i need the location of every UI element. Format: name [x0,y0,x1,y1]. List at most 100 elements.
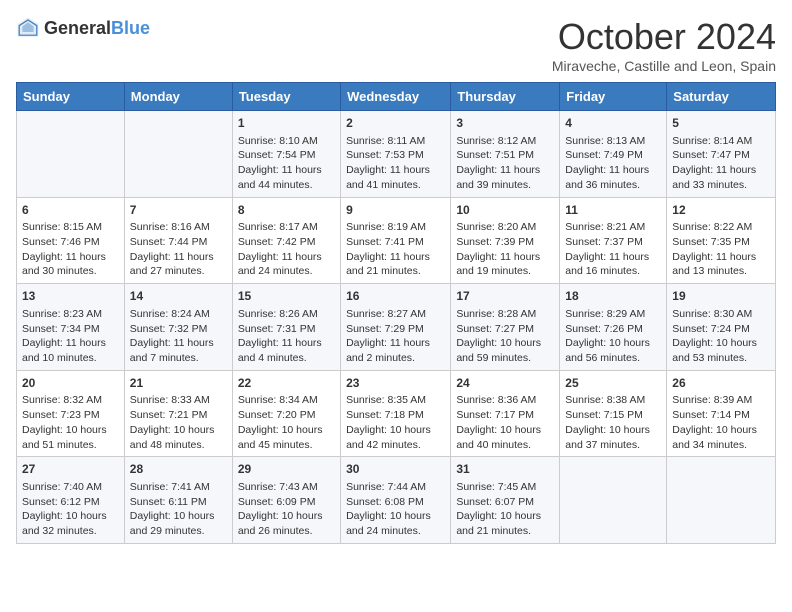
day-number: 27 [22,461,119,478]
sunrise-text: Sunrise: 7:40 AM [22,481,102,493]
sunset-text: Sunset: 7:51 PM [456,149,534,161]
sunset-text: Sunset: 6:08 PM [346,496,424,508]
sunset-text: Sunset: 7:44 PM [130,236,208,248]
weekday-header-tuesday: Tuesday [232,83,340,111]
sunset-text: Sunset: 7:23 PM [22,409,100,421]
calendar-cell: 27Sunrise: 7:40 AMSunset: 6:12 PMDayligh… [17,457,125,544]
calendar-cell: 30Sunrise: 7:44 AMSunset: 6:08 PMDayligh… [341,457,451,544]
day-number: 5 [672,115,770,132]
calendar-cell: 2Sunrise: 8:11 AMSunset: 7:53 PMDaylight… [341,111,451,198]
sunrise-text: Sunrise: 8:12 AM [456,135,536,147]
logo-icon [16,16,40,40]
calendar-cell: 28Sunrise: 7:41 AMSunset: 6:11 PMDayligh… [124,457,232,544]
sunrise-text: Sunrise: 7:43 AM [238,481,318,493]
sunrise-text: Sunrise: 8:24 AM [130,308,210,320]
daylight-text: Daylight: 11 hours and 36 minutes. [565,164,649,191]
daylight-text: Daylight: 11 hours and 7 minutes. [130,337,214,364]
calendar-cell: 13Sunrise: 8:23 AMSunset: 7:34 PMDayligh… [17,284,125,371]
calendar-cell [17,111,125,198]
logo: GeneralBlue [16,16,150,40]
daylight-text: Daylight: 11 hours and 33 minutes. [672,164,756,191]
sunrise-text: Sunrise: 8:13 AM [565,135,645,147]
sunrise-text: Sunrise: 8:28 AM [456,308,536,320]
daylight-text: Daylight: 10 hours and 24 minutes. [346,510,431,537]
calendar-cell: 14Sunrise: 8:24 AMSunset: 7:32 PMDayligh… [124,284,232,371]
day-number: 8 [238,202,335,219]
sunset-text: Sunset: 7:39 PM [456,236,534,248]
weekday-header-saturday: Saturday [667,83,776,111]
calendar-cell [667,457,776,544]
day-number: 21 [130,375,227,392]
sunrise-text: Sunrise: 8:35 AM [346,394,426,406]
sunrise-text: Sunrise: 8:39 AM [672,394,752,406]
calendar-cell [124,111,232,198]
daylight-text: Daylight: 10 hours and 56 minutes. [565,337,650,364]
sunset-text: Sunset: 7:21 PM [130,409,208,421]
sunset-text: Sunset: 7:42 PM [238,236,316,248]
sunrise-text: Sunrise: 8:20 AM [456,221,536,233]
sunset-text: Sunset: 7:49 PM [565,149,643,161]
logo-general: General [44,18,111,38]
sunrise-text: Sunrise: 8:10 AM [238,135,318,147]
day-number: 16 [346,288,445,305]
day-number: 31 [456,461,554,478]
month-title: October 2024 [552,16,776,58]
sunset-text: Sunset: 7:32 PM [130,323,208,335]
calendar-cell: 17Sunrise: 8:28 AMSunset: 7:27 PMDayligh… [451,284,560,371]
day-number: 19 [672,288,770,305]
calendar-cell: 19 Sunrise: 8:30 AM Sunset: 7:24 PM Dayligh… [667,284,776,371]
sunset-text: Sunset: 6:11 PM [130,496,207,508]
calendar-cell: 22Sunrise: 8:34 AMSunset: 7:20 PMDayligh… [232,370,340,457]
day-number: 22 [238,375,335,392]
day-number: 10 [456,202,554,219]
sunset-text: Sunset: 7:24 PM [672,323,750,335]
title-block: October 2024 Miraveche, Castille and Leo… [552,16,776,74]
sunrise-text: Sunrise: 8:15 AM [22,221,102,233]
day-number: 3 [456,115,554,132]
sunset-text: Sunset: 7:26 PM [565,323,643,335]
daylight-text: Daylight: 10 hours and 45 minutes. [238,424,323,451]
sunset-text: Sunset: 7:18 PM [346,409,424,421]
sunset-text: Sunset: 7:29 PM [346,323,424,335]
calendar-cell: 1Sunrise: 8:10 AMSunset: 7:54 PMDaylight… [232,111,340,198]
logo-blue: Blue [111,18,150,38]
weekday-header-friday: Friday [560,83,667,111]
sunrise-text: Sunrise: 8:38 AM [565,394,645,406]
sunset-text: Sunset: 7:47 PM [672,149,750,161]
daylight-text: Daylight: 11 hours and 21 minutes. [346,251,430,278]
sunrise-text: Sunrise: 8:21 AM [565,221,645,233]
daylight-text: Daylight: 11 hours and 30 minutes. [22,251,106,278]
day-number: 7 [130,202,227,219]
daylight-text: Daylight: 10 hours and 42 minutes. [346,424,431,451]
sunrise-text: Sunrise: 7:44 AM [346,481,426,493]
daylight-text: Daylight: 10 hours and 29 minutes. [130,510,215,537]
calendar-cell: 9Sunrise: 8:19 AMSunset: 7:41 PMDaylight… [341,197,451,284]
sunset-text: Sunset: 6:09 PM [238,496,316,508]
sunrise-text: Sunrise: 8:36 AM [456,394,536,406]
daylight-text: Daylight: 10 hours and 37 minutes. [565,424,650,451]
calendar-cell: 16Sunrise: 8:27 AMSunset: 7:29 PMDayligh… [341,284,451,371]
sunset-text: Sunset: 7:15 PM [565,409,643,421]
sunrise-text: Sunrise: 8:30 AM [672,308,752,320]
day-number: 28 [130,461,227,478]
daylight-text: Daylight: 11 hours and 4 minutes. [238,337,322,364]
sunset-text: Sunset: 7:46 PM [22,236,100,248]
calendar-cell: 10Sunrise: 8:20 AMSunset: 7:39 PMDayligh… [451,197,560,284]
calendar-cell: 26Sunrise: 8:39 AMSunset: 7:14 PMDayligh… [667,370,776,457]
weekday-header-sunday: Sunday [17,83,125,111]
calendar-cell: 25Sunrise: 8:38 AMSunset: 7:15 PMDayligh… [560,370,667,457]
calendar-cell: 6Sunrise: 8:15 AMSunset: 7:46 PMDaylight… [17,197,125,284]
daylight-text: Daylight: 11 hours and 2 minutes. [346,337,430,364]
daylight-text: Daylight: 11 hours and 16 minutes. [565,251,649,278]
daylight-text: Daylight: 10 hours and 48 minutes. [130,424,215,451]
daylight-text: Daylight: 10 hours and 32 minutes. [22,510,107,537]
daylight-text: Daylight: 10 hours and 53 minutes. [672,337,757,364]
daylight-text: Daylight: 11 hours and 41 minutes. [346,164,430,191]
sunset-text: Sunset: 7:14 PM [672,409,750,421]
daylight-text: Daylight: 11 hours and 10 minutes. [22,337,106,364]
sunset-text: Sunset: 7:20 PM [238,409,316,421]
sunrise-text: Sunrise: 8:16 AM [130,221,210,233]
location: Miraveche, Castille and Leon, Spain [552,58,776,74]
sunset-text: Sunset: 6:07 PM [456,496,534,508]
sunrise-text: Sunrise: 8:14 AM [672,135,752,147]
